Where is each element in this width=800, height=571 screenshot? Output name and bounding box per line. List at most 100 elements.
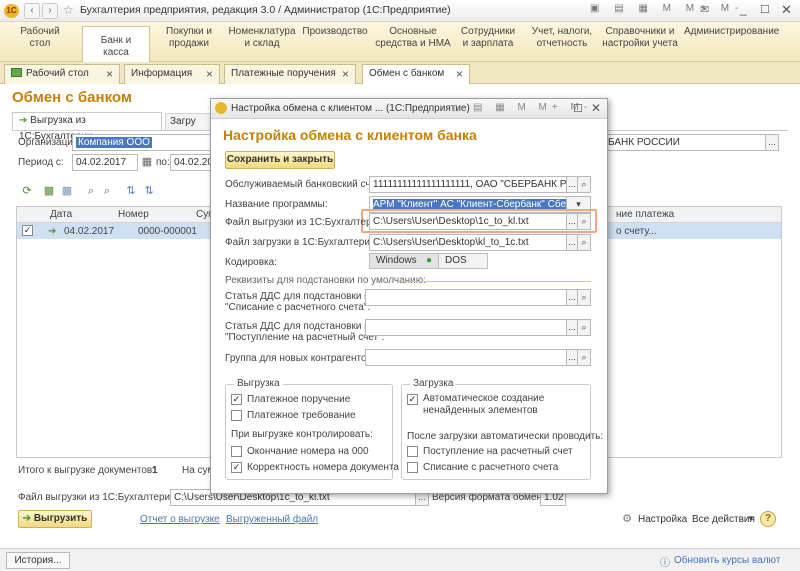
bank-search-button[interactable]: ... (765, 134, 779, 151)
export-file-value: C:\Users\User\Desktop\1c_to_kl.txt (373, 216, 529, 227)
row-date: 04.02.2017 (64, 226, 115, 237)
dds-out-field[interactable] (365, 289, 567, 306)
dialog-close-icon[interactable]: ✕ (591, 101, 601, 115)
section-production[interactable]: Производство (302, 26, 368, 38)
org-field[interactable]: Компания ООО (72, 134, 212, 151)
file-label: Файл выгрузки из 1С:Бухгалтерии: (18, 492, 179, 503)
minimize-icon[interactable]: _ (740, 2, 747, 16)
report-link[interactable]: Отчет о выгрузке (140, 514, 220, 525)
find-cancel-icon[interactable]: ⌕ (100, 184, 114, 198)
column-header: Номер (118, 209, 149, 220)
payment-request-checkbox[interactable] (231, 410, 242, 421)
after-import-label: После загрузки автоматически проводить: (407, 431, 604, 442)
dds-out-label-line: "Списание с расчетного счета": (225, 302, 371, 313)
section-staff[interactable]: Сотрудники и зарплата (456, 26, 520, 50)
save-close-button[interactable]: Сохранить и закрыть (225, 151, 335, 169)
export-button[interactable]: ➔ Выгрузить (18, 510, 92, 528)
tab-bank-exchange[interactable]: Обмен с банком × (362, 64, 470, 84)
section-sales[interactable]: Покупки и продажи (158, 26, 220, 50)
open-tabs-bar: Рабочий стол × Информация × Платежные пору… (0, 62, 800, 84)
encoding-windows-button[interactable]: Windows ● (369, 253, 439, 269)
auto-create-checkbox[interactable]: ✓ (407, 394, 418, 405)
settings-link[interactable]: Настройка (638, 514, 687, 525)
bank-field[interactable]: БАНК РОССИИ (604, 134, 766, 151)
dialog-logo-icon (215, 102, 227, 114)
dialog-maximize-icon[interactable]: ☐ (573, 102, 583, 115)
maximize-icon[interactable]: ☐ (760, 3, 770, 16)
export-file-search-icon[interactable]: ⌕ (577, 213, 591, 230)
encoding-dos-label: DOS (445, 255, 467, 266)
payment-order-label: Платежное поручение (247, 394, 351, 405)
history-button[interactable]: История... (6, 552, 70, 569)
section-nomenclature[interactable]: Номенклатура и склад (226, 26, 298, 50)
section-taxes[interactable]: Учет, налоги, отчетность (528, 26, 596, 50)
uncheck-all-icon[interactable]: ▩ (60, 184, 74, 198)
dialog-favorite-icon[interactable]: ☆ (451, 102, 461, 115)
control-label: При выгрузке контролировать: (231, 429, 373, 440)
number-correct-checkbox[interactable]: ✓ (231, 462, 242, 473)
dds-out-label: Статья ДДС для подстановки в "Списание с … (225, 291, 370, 313)
section-admin[interactable]: Администрирование (684, 26, 779, 38)
subtab-export[interactable]: ➔ Выгрузка из 1С:Бухгалтерии (12, 112, 162, 142)
column-header: Дата (50, 209, 73, 220)
group-field[interactable] (365, 349, 567, 366)
import-file-field[interactable]: C:\Users\User\Desktop\kl_to_1c.txt (369, 234, 567, 251)
section-label: средства и НМА (375, 38, 451, 49)
number-end-checkbox[interactable] (231, 446, 242, 457)
tab-desktop[interactable]: Рабочий стол × (4, 64, 120, 84)
tab-payment-orders[interactable]: Платежные поручения × (224, 64, 356, 84)
payment-order-checkbox[interactable]: ✓ (231, 394, 242, 405)
group-search-icon[interactable]: ⌕ (577, 349, 591, 366)
close-tab-icon[interactable]: × (342, 65, 349, 83)
section-assets[interactable]: Основные средства и НМА (374, 26, 452, 50)
encoding-dos-button[interactable]: DOS (438, 253, 488, 269)
row-number: 0000-000001 (138, 226, 197, 237)
close-tab-icon[interactable]: × (106, 65, 113, 83)
nav-back-icon[interactable]: ‹ (24, 3, 40, 19)
receipt-checkbox[interactable] (407, 446, 418, 457)
section-bank[interactable]: Банк и касса (82, 26, 150, 62)
sort-asc-icon[interactable]: ⇅ (124, 184, 138, 198)
dds-out-search-icon[interactable]: ⌕ (577, 289, 591, 306)
export-file-field[interactable]: C:\Users\User\Desktop\1c_to_kl.txt (369, 213, 567, 230)
tab-info[interactable]: Информация × (124, 64, 220, 84)
update-rates-link[interactable]: Обновить курсы валют (674, 555, 780, 566)
calendar-icon[interactable]: ▦ (140, 155, 154, 169)
all-actions-menu[interactable]: Все действия (692, 514, 755, 525)
nav-forward-icon[interactable]: › (42, 3, 58, 19)
toolbar-icons[interactable]: ▣ ▤ ▦ M M+ M- (590, 3, 744, 14)
dialog-title: Настройка обмена с клиентом банка (223, 127, 477, 143)
gear-icon[interactable]: ⚙ (620, 512, 634, 526)
period-to-field[interactable]: 04.02.2017 (170, 154, 212, 171)
subtab-import[interactable]: Загру (165, 113, 215, 130)
sort-desc-icon[interactable]: ⇅ (142, 184, 156, 198)
section-references[interactable]: Справочники и настройки учета (602, 26, 678, 50)
close-tab-icon[interactable]: × (206, 65, 213, 83)
close-tab-icon[interactable]: × (456, 65, 463, 83)
chevron-down-icon[interactable]: ▼ (747, 514, 755, 523)
favorites-star-icon[interactable]: ☆ (63, 3, 74, 17)
payment-request-label: Платежное требование (247, 410, 356, 421)
exported-file-link[interactable]: Выгруженный файл (226, 514, 318, 525)
bell-icon[interactable]: ✉ (700, 3, 709, 16)
import-file-search-icon[interactable]: ⌕ (577, 234, 591, 251)
section-label: стол (29, 38, 51, 49)
refresh-icon[interactable]: ⟳ (20, 184, 34, 198)
find-icon[interactable]: ⌕ (84, 184, 98, 198)
export-group-title: Выгрузка (234, 378, 283, 389)
window-title: Бухгалтерия предприятия, редакция 3.0 / … (80, 4, 451, 16)
close-icon[interactable]: ✕ (781, 2, 792, 18)
encoding-label: Кодировка: (225, 257, 277, 268)
dds-in-search-icon[interactable]: ⌕ (577, 319, 591, 336)
period-from-field[interactable]: 04.02.2017 (72, 154, 138, 171)
dds-out-label-line: Статья ДДС для подстановки в (225, 291, 370, 302)
row-checkbox[interactable]: ✓ (22, 225, 33, 236)
check-all-icon[interactable]: ▩ (42, 184, 56, 198)
account-field[interactable]: 11111111111111111111, ОАО "СБЕРБАНК РОСС (369, 176, 567, 193)
account-search-icon[interactable]: ⌕ (577, 176, 591, 193)
dds-in-field[interactable] (365, 319, 567, 336)
section-label: Банк и (100, 35, 132, 46)
help-button[interactable]: ? (760, 511, 776, 527)
section-desktop[interactable]: Рабочий стол (10, 26, 70, 50)
writeoff-checkbox[interactable] (407, 462, 418, 473)
